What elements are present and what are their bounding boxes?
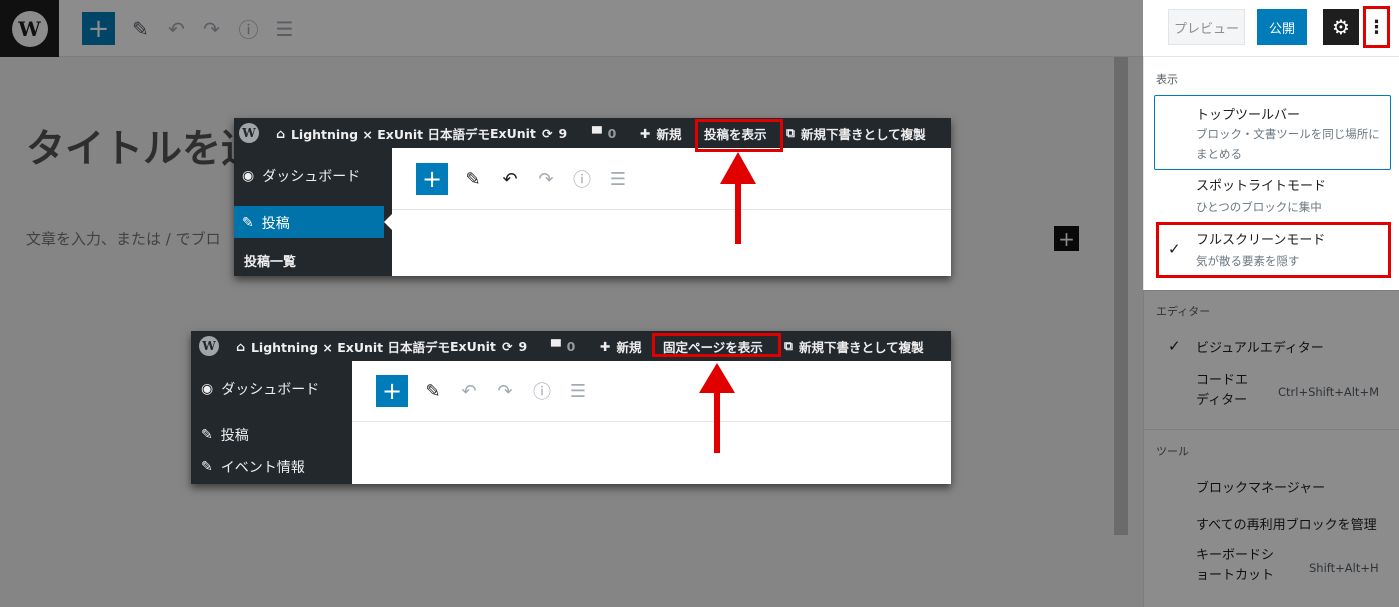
site-name-text: Lightning × ExUnit 日本語デモ [290, 126, 490, 142]
duplicate-draft-link[interactable]: ⧉ 新規下書きとして複製 [784, 331, 924, 361]
comment-icon: ▀ [551, 338, 561, 354]
admin-bar: W ⌂ Lightning × ExUnit 日本語デモ ExUnit ⟳ 9 … [234, 118, 951, 152]
redo-icon: ↷ [497, 380, 513, 402]
active-pointer [384, 214, 392, 230]
undo-icon: ↶ [502, 168, 518, 190]
red-arrow-icon [720, 152, 756, 244]
updates-link[interactable]: ⟳ 9 [542, 118, 567, 148]
menu-item-top-toolbar[interactable]: トップツールバー [1196, 104, 1300, 123]
pencil-icon: ✎ [465, 168, 481, 190]
sidebar-item-dashboard[interactable]: ◉ ダッシュボード [201, 379, 319, 399]
menu-desc-fullscreen: 気が散る要素を隠す [1196, 254, 1300, 268]
comments-count: 0 [607, 125, 617, 141]
duplicate-draft-link[interactable]: ⧉ 新規下書きとして複製 [786, 118, 926, 148]
admin-sidebar: ◉ ダッシュボード ✎ 投稿 ✎ イベント情報 [191, 361, 352, 484]
site-name-link[interactable]: ⌂ Lightning × ExUnit 日本語デモ [276, 118, 490, 148]
check-icon: ✓ [1168, 240, 1181, 258]
info-button[interactable]: ⓘ [526, 375, 558, 407]
sidebar-item-posts[interactable]: ✎ 投稿 [201, 425, 249, 445]
site-name-text: Lightning × ExUnit 日本語デモ [250, 339, 450, 355]
pin-icon: ✎ [242, 215, 254, 231]
toolbar-divider [392, 209, 951, 210]
list-icon: ☰ [569, 380, 587, 402]
refresh-icon: ⟳ [502, 338, 513, 354]
redo-button[interactable]: ↷ [489, 375, 521, 407]
add-block-button[interactable]: + [416, 163, 448, 195]
new-label: 新規 [656, 126, 682, 142]
dashboard-icon: ◉ [201, 381, 214, 397]
wordpress-icon: W [239, 123, 259, 143]
post-edit-screenshot: W ⌂ Lightning × ExUnit 日本語デモ ExUnit ⟳ 9 … [234, 118, 951, 276]
dashboard-icon: ◉ [242, 168, 255, 184]
preview-button[interactable]: プレビュー [1168, 9, 1245, 45]
duplicate-label: 新規下書きとして複製 [800, 126, 926, 142]
site-name-link[interactable]: ⌂ Lightning × ExUnit 日本語デモ [236, 331, 450, 361]
info-icon: ⓘ [533, 382, 551, 403]
sidebar-item-events[interactable]: ✎ イベント情報 [201, 457, 305, 477]
outline-button[interactable]: ☰ [562, 375, 594, 407]
exunit-link[interactable]: ExUnit [450, 331, 496, 361]
sidebar-item-dashboard[interactable]: ◉ ダッシュボード [242, 166, 360, 186]
duplicate-label: 新規下書きとして複製 [798, 339, 924, 355]
plus-icon: ✚ [640, 125, 651, 141]
comments-link[interactable]: ▀ 0 [551, 331, 575, 361]
more-tools-button[interactable]: ⋮ [1363, 6, 1390, 48]
pin-icon: ✎ [201, 427, 213, 443]
redo-button[interactable]: ↷ [530, 163, 562, 195]
editor-header-actions: プレビュー 公開 ⚙ ⋮ [1143, 0, 1399, 57]
updates-count: 9 [518, 338, 528, 354]
comments-link[interactable]: ▀ 0 [592, 118, 616, 148]
updates-link[interactable]: ⟳ 9 [502, 331, 527, 361]
menu-desc-top-toolbar: ブロック・文書ツールを同じ場所にまとめる [1196, 127, 1380, 161]
copy-icon: ⧉ [784, 338, 793, 353]
undo-icon: ↶ [461, 380, 477, 402]
comments-count: 0 [566, 338, 576, 354]
undo-button[interactable]: ↶ [453, 375, 485, 407]
undo-button[interactable]: ↶ [494, 163, 526, 195]
page-edit-screenshot: W ⌂ Lightning × ExUnit 日本語デモ ExUnit ⟳ 9 … [191, 331, 951, 484]
wordpress-icon: W [199, 336, 219, 356]
list-icon: ☰ [609, 168, 627, 190]
menu-section-view: 表示 [1156, 73, 1178, 86]
plus-icon: ✚ [600, 338, 611, 354]
settings-button[interactable]: ⚙ [1323, 9, 1359, 45]
home-icon: ⌂ [276, 125, 285, 141]
menu-dim-overlay [1143, 290, 1399, 607]
pencil-icon: ✎ [425, 380, 441, 402]
admin-bar: W ⌂ Lightning × ExUnit 日本語デモ ExUnit ⟳ 9 … [191, 331, 951, 361]
redo-icon: ↷ [538, 168, 554, 190]
copy-icon: ⧉ [786, 125, 795, 140]
comment-icon: ▀ [592, 125, 602, 141]
menu-item-fullscreen[interactable]: フルスクリーンモード [1196, 229, 1325, 248]
info-button[interactable]: ⓘ [566, 163, 598, 195]
new-content-link[interactable]: ✚ 新規 [640, 118, 682, 148]
refresh-icon: ⟳ [542, 125, 553, 141]
toolbar-divider [352, 421, 951, 422]
plus-icon: + [421, 165, 443, 193]
menu-desc-spotlight: ひとつのブロックに集中 [1196, 200, 1322, 214]
home-icon: ⌂ [236, 338, 245, 354]
highlight-frame-view-page [652, 333, 781, 357]
red-arrow-icon [699, 363, 735, 453]
new-label: 新規 [616, 339, 642, 355]
new-content-link[interactable]: ✚ 新規 [600, 331, 642, 361]
pin-icon: ✎ [201, 459, 213, 475]
admin-sidebar: ◉ ダッシュボード ✎ 投稿 投稿一覧 [234, 148, 392, 276]
plus-icon: + [381, 377, 403, 405]
menu-item-spotlight[interactable]: スポットライトモード [1196, 175, 1326, 194]
exunit-link[interactable]: ExUnit [490, 118, 536, 148]
sidebar-item-posts[interactable]: ✎ 投稿 [242, 213, 290, 233]
highlight-frame-view-post [695, 119, 783, 152]
more-vertical-icon: ⋮ [1367, 16, 1386, 38]
info-icon: ⓘ [573, 170, 591, 191]
gear-icon: ⚙ [1332, 15, 1350, 39]
sidebar-item-posts-list[interactable]: 投稿一覧 [244, 251, 296, 270]
edit-mode-button[interactable]: ✎ [457, 163, 489, 195]
updates-count: 9 [558, 125, 568, 141]
modal-dim-overlay [0, 0, 1143, 607]
edit-mode-button[interactable]: ✎ [417, 375, 449, 407]
add-block-button[interactable]: + [376, 375, 408, 407]
publish-button[interactable]: 公開 [1257, 9, 1307, 45]
outline-button[interactable]: ☰ [602, 163, 634, 195]
